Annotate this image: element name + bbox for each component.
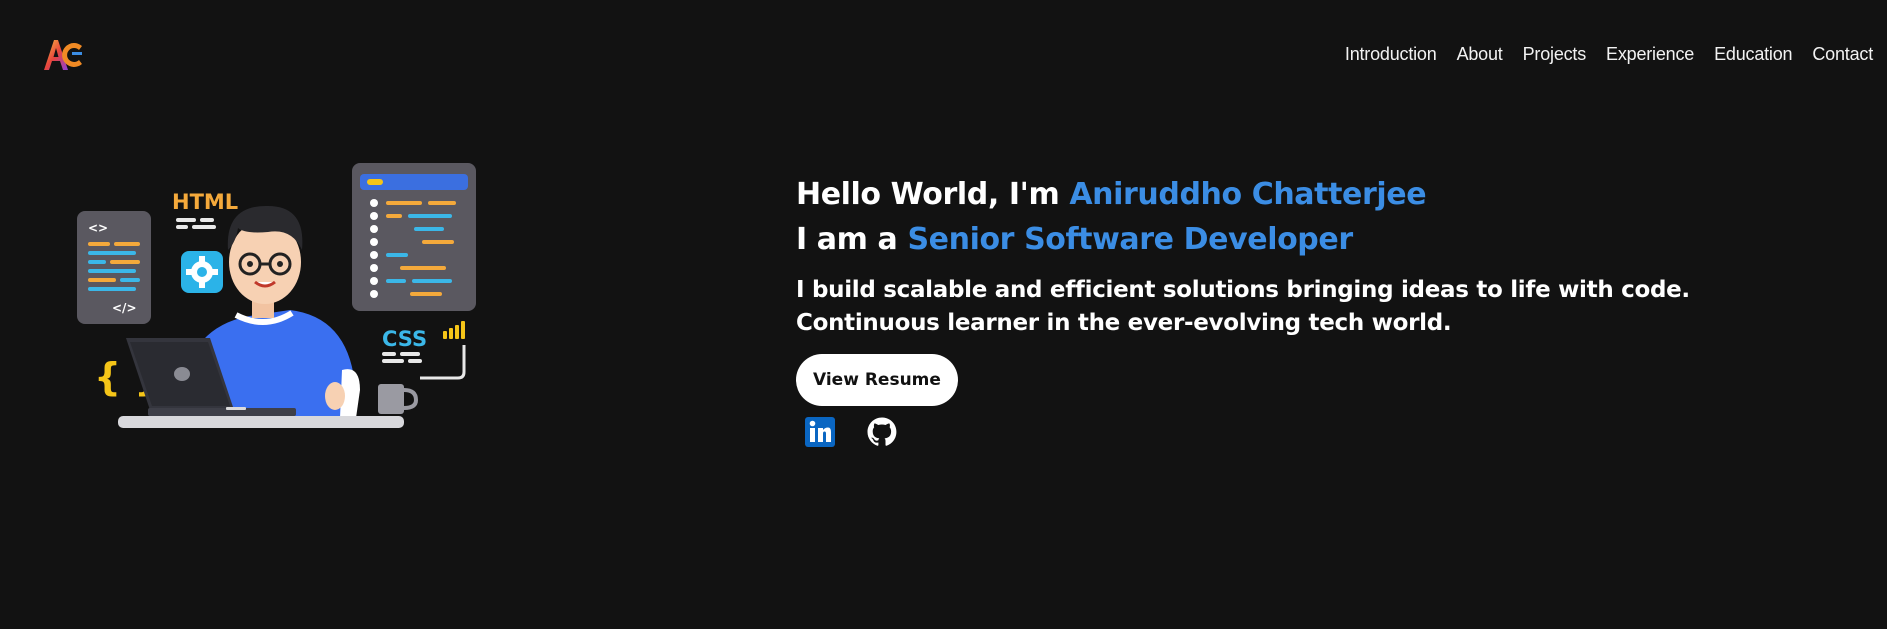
- mug-icon: [378, 384, 419, 414]
- signal-bars: [443, 321, 465, 339]
- github-icon[interactable]: [866, 416, 898, 448]
- nav-experience[interactable]: Experience: [1606, 44, 1694, 65]
- gear-icon: [181, 251, 223, 293]
- hero-tagline: I build scalable and efficient solutions…: [796, 274, 1696, 340]
- portfolio-page: Introduction About Projects Experience E…: [0, 0, 1887, 629]
- social-links: [796, 416, 1696, 448]
- desk: [118, 416, 404, 428]
- code-panel-right: [352, 163, 476, 311]
- code-panel-left: <> </>: [77, 211, 151, 324]
- site-header: Introduction About Projects Experience E…: [0, 0, 1887, 110]
- logo-icon[interactable]: [42, 36, 86, 72]
- view-resume-button[interactable]: View Resume: [796, 354, 958, 406]
- hero-role: Senior Software Developer: [907, 222, 1353, 257]
- nav-about[interactable]: About: [1457, 44, 1503, 65]
- tagline-line-1: I build scalable and efficient solutions…: [796, 277, 1690, 303]
- hero-section: Hello World, I'm Aniruddho Chatterjee I …: [796, 172, 1696, 448]
- nav-introduction[interactable]: Introduction: [1345, 44, 1437, 65]
- css-label: CSS: [382, 327, 427, 351]
- main-nav: Introduction About Projects Experience E…: [1345, 44, 1873, 65]
- nav-education[interactable]: Education: [1714, 44, 1792, 65]
- greeting-prefix: Hello World, I'm: [796, 177, 1070, 212]
- developer-illustration: <> </> HTML { } CSS: [77, 163, 476, 428]
- code-open-tag: <>: [88, 221, 108, 235]
- tagline-line-2: Continuous learner in the ever-evolving …: [796, 310, 1452, 336]
- hero-greeting: Hello World, I'm Aniruddho Chatterjee: [796, 172, 1696, 217]
- linkedin-icon[interactable]: [804, 416, 836, 448]
- code-close-tag: </>: [112, 301, 137, 315]
- hero-role-line: I am a Senior Software Developer: [796, 217, 1696, 262]
- hero-name: Aniruddho Chatterjee: [1069, 177, 1427, 212]
- nav-contact[interactable]: Contact: [1812, 44, 1873, 65]
- html-label: HTML: [172, 190, 238, 214]
- nav-projects[interactable]: Projects: [1523, 44, 1587, 65]
- role-prefix: I am a: [796, 222, 908, 257]
